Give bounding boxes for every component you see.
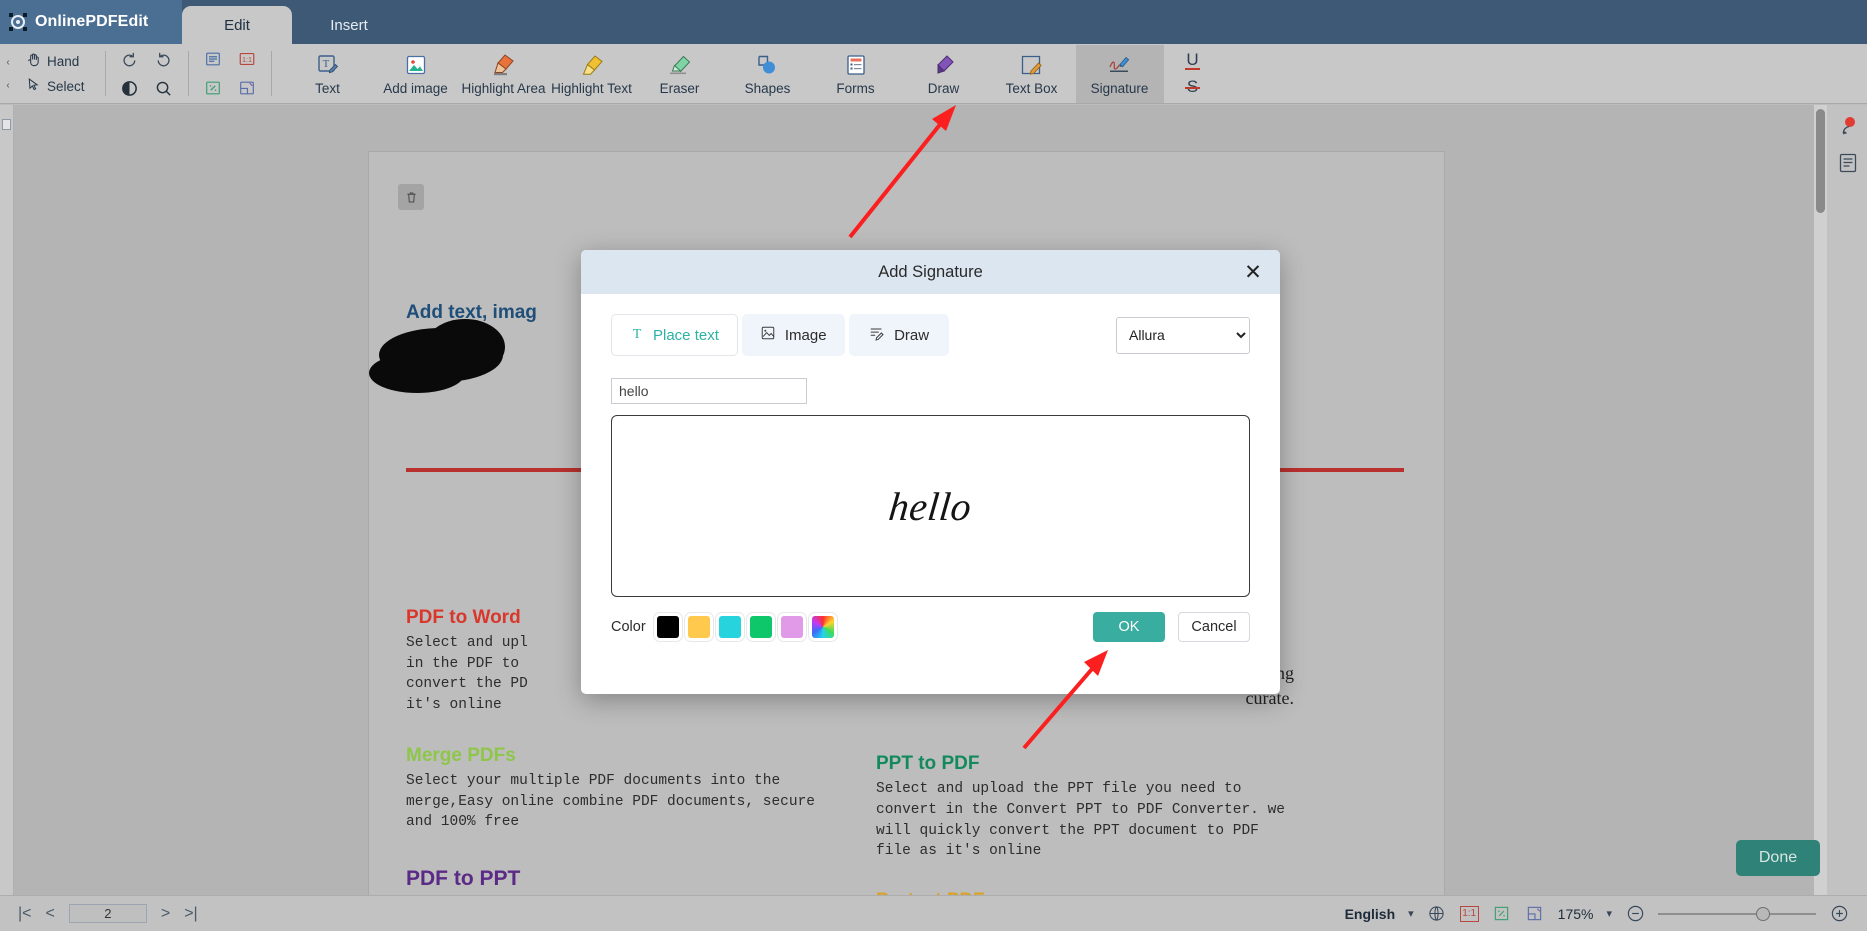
prev-page-icon[interactable]: < — [46, 905, 55, 923]
language-label: English — [1344, 905, 1396, 922]
zoom-slider-knob[interactable] — [1756, 906, 1770, 921]
undo-balloon-icon[interactable] — [1834, 113, 1862, 141]
draw-icon — [868, 325, 885, 345]
dialog-body: T Place text Image Draw Allura hello hel… — [581, 294, 1280, 642]
color-swatch-cyan[interactable] — [718, 616, 741, 638]
document-panel-icon[interactable] — [1834, 149, 1862, 177]
color-swatch-black[interactable] — [656, 616, 679, 638]
done-button[interactable]: Done — [1736, 840, 1820, 876]
status-bar: |< < 2 > >| English ▾ 1:1 175% ▾ — [0, 895, 1867, 931]
signature-name-input[interactable] — [611, 378, 807, 404]
dialog-title: Add Signature — [878, 262, 983, 281]
svg-text:T: T — [633, 327, 642, 341]
ok-button[interactable]: OK — [1093, 612, 1165, 642]
zoom-level-label: 175% — [1557, 905, 1594, 922]
color-swatch-yellow[interactable] — [687, 616, 710, 638]
actual-size-icon[interactable]: 1:1 — [1459, 905, 1479, 922]
dialog-footer: Color OK Cancel — [611, 612, 1250, 642]
tab-draw-label: Draw — [894, 326, 930, 344]
fit-width-icon[interactable] — [1525, 904, 1545, 924]
signature-mode-tabs: T Place text Image Draw — [611, 314, 949, 356]
tab-place-text-label: Place text — [653, 326, 719, 344]
dialog-actions: OK Cancel — [1093, 612, 1250, 642]
tab-image[interactable]: Image — [741, 314, 845, 356]
right-rail — [1827, 105, 1867, 895]
globe-icon[interactable] — [1427, 904, 1447, 924]
zoom-in-icon[interactable] — [1829, 904, 1849, 924]
color-swatch-violet[interactable] — [780, 616, 803, 638]
dialog-header: Add Signature ✕ — [581, 250, 1280, 294]
tab-place-text[interactable]: T Place text — [611, 314, 738, 356]
scrollbar-thumb[interactable] — [1816, 109, 1825, 213]
color-label: Color — [611, 619, 646, 635]
signature-font-select[interactable]: Allura — [1116, 316, 1250, 354]
next-page-icon[interactable]: > — [161, 905, 170, 923]
zoom-slider[interactable] — [1658, 906, 1816, 921]
cancel-button[interactable]: Cancel — [1178, 612, 1250, 642]
fit-page-icon[interactable] — [1492, 904, 1512, 924]
color-picker: Color — [611, 616, 834, 638]
page-number-input[interactable]: 2 — [68, 904, 147, 923]
tab-draw[interactable]: Draw — [848, 314, 949, 356]
signature-preview-canvas[interactable]: hello — [611, 415, 1250, 597]
signature-preview-text: hello — [886, 483, 975, 529]
zoom-chevron-down-icon[interactable]: ▾ — [1606, 907, 1612, 920]
last-page-icon[interactable]: >| — [184, 905, 198, 923]
color-swatch-custom[interactable] — [811, 616, 834, 638]
zoom-out-icon[interactable] — [1625, 904, 1645, 924]
chevron-down-icon[interactable]: ▾ — [1408, 907, 1414, 920]
add-signature-dialog: Add Signature ✕ T Place text Image Draw … — [581, 250, 1280, 694]
dialog-top-row: T Place text Image Draw Allura — [611, 314, 1250, 356]
first-page-icon[interactable]: |< — [18, 905, 32, 923]
modal-layer: Add Signature ✕ T Place text Image Draw … — [0, 0, 1867, 931]
vertical-scrollbar[interactable] — [1814, 105, 1827, 895]
image-icon — [760, 325, 776, 345]
text-t-icon: T — [630, 325, 644, 345]
close-icon[interactable]: ✕ — [1240, 259, 1266, 285]
status-right-group: English ▾ 1:1 175% ▾ — [1345, 904, 1867, 924]
color-swatch-green[interactable] — [749, 616, 772, 638]
page-navigation: |< < 2 > >| — [0, 904, 198, 923]
tab-image-label: Image — [784, 326, 827, 344]
